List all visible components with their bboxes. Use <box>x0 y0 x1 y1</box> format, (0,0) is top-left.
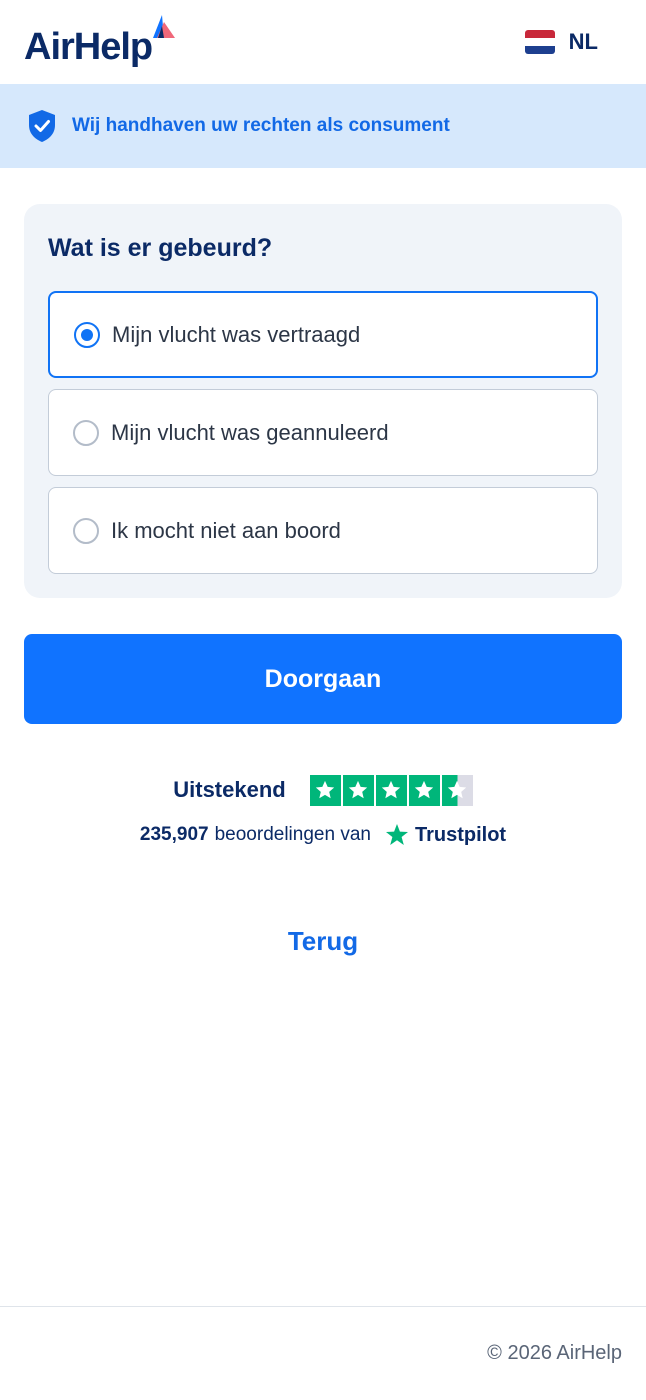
option-label: Mijn vlucht was vertraagd <box>112 321 361 347</box>
banner-text: Wij handhaven uw rechten als consument <box>72 115 450 136</box>
option-flight-cancelled[interactable]: Mijn vlucht was geannuleerd <box>48 389 598 476</box>
trustpilot-reviews: 235,907 beoordelingen van Trustpilot <box>0 820 646 850</box>
radio-unselected-icon[interactable] <box>73 517 99 544</box>
option-label: Mijn vlucht was geannuleerd <box>111 419 389 445</box>
language-label: NL <box>568 29 598 54</box>
trustpilot-stars <box>309 774 473 806</box>
header: AirHelp NL <box>0 0 646 84</box>
question-title: Wat is er gebeurd? <box>48 234 273 262</box>
netherlands-flag-icon <box>524 30 555 54</box>
star-icon <box>309 774 341 806</box>
review-count: 235,907 <box>139 824 209 845</box>
radio-unselected-icon[interactable] <box>73 419 99 446</box>
star-icon <box>342 774 374 806</box>
reviews-text: beoordelingen van <box>214 824 371 845</box>
trustpilot-label: Trustpilot <box>414 823 507 846</box>
option-label: Ik mocht niet aan boord <box>111 517 341 543</box>
back-link[interactable]: Terug <box>0 926 646 957</box>
shield-check-icon <box>29 110 55 142</box>
language-selector[interactable]: NL <box>524 28 598 56</box>
star-icon <box>375 774 407 806</box>
radio-selected-icon[interactable] <box>74 321 100 348</box>
footer-divider <box>0 1306 646 1307</box>
copyright-text: © 2026 AirHelp <box>487 1342 622 1364</box>
continue-button[interactable]: Doorgaan <box>24 634 622 724</box>
logo-mark-icon <box>153 15 175 38</box>
consumer-rights-banner: Wij handhaven uw rechten als consument <box>0 84 646 168</box>
option-flight-delayed[interactable]: Mijn vlucht was vertraagd <box>48 291 598 378</box>
trustpilot-rating: Uitstekend <box>0 774 646 806</box>
half-star-icon <box>441 774 473 806</box>
star-icon <box>408 774 440 806</box>
trustpilot-star-icon <box>385 824 408 845</box>
logo-text: AirHelp <box>24 26 153 68</box>
what-happened-card: Wat is er gebeurd? Mijn vlucht was vertr… <box>24 204 622 598</box>
option-denied-boarding[interactable]: Ik mocht niet aan boord <box>48 487 598 574</box>
rating-word: Uitstekend <box>173 777 286 802</box>
trustpilot-brand[interactable]: Trustpilot <box>385 823 506 847</box>
